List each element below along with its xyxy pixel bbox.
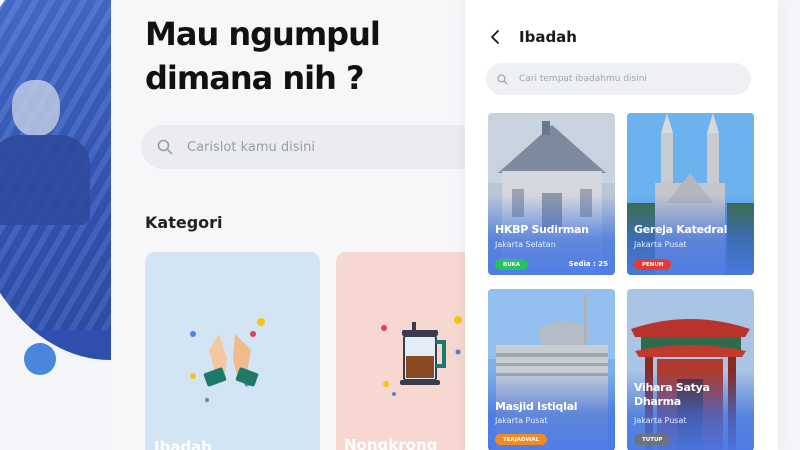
hero-person-head — [12, 80, 60, 136]
category-card-ibadah[interactable]: Ibadah — [145, 252, 320, 450]
hero-person-body — [0, 135, 90, 225]
place-search-input[interactable]: Cari tempat ibadahmu disini — [486, 63, 751, 95]
search-icon — [497, 73, 508, 85]
back-button[interactable] — [487, 28, 503, 46]
place-location: Jakarta Selatan — [495, 240, 556, 249]
place-name: Gereja Katedral — [634, 223, 728, 236]
headline-line-2: dimana nih ? — [145, 59, 365, 97]
status-badge: TERJADWAL — [495, 434, 548, 445]
home-search-placeholder: Carislot kamu disini — [187, 139, 315, 155]
place-location: Jakarta Pusat — [634, 416, 687, 425]
home-headline: Mau ngumpul dimana nih ? — [145, 12, 465, 100]
place-location: Jakarta Pusat — [634, 240, 687, 249]
coffee-press-icon — [381, 316, 462, 396]
headline-line-1: Mau ngumpul — [145, 15, 381, 53]
chevron-left-icon — [491, 30, 499, 44]
place-card-gereja-katedral[interactable]: Gereja Katedral Jakarta Pusat PENUH — [627, 113, 754, 275]
ibadah-title: Ibadah — [519, 28, 577, 46]
status-badge: TUTUP — [634, 434, 671, 445]
slots-available: Sedia : 25 — [568, 260, 608, 268]
category-label-nongkrong: Nongkrong — [344, 436, 438, 450]
ibadah-topbar: Ibadah — [487, 27, 737, 47]
place-name: HKBP Sudirman — [495, 223, 589, 236]
status-badge: BUKA — [495, 259, 529, 270]
category-label-ibadah: Ibadah — [154, 438, 212, 450]
place-card-masjid-istiqlal[interactable]: Masjid Istiqlal Jakarta Pusat TERJADWAL — [488, 289, 615, 450]
home-search-input[interactable]: Carislot kamu disini — [141, 125, 481, 169]
place-card-hkbp-sudirman[interactable]: HKBP Sudirman Jakarta Selatan BUKA Sedia… — [488, 113, 615, 275]
category-section-title: Kategori — [145, 213, 223, 232]
praying-hands-icon — [190, 318, 265, 402]
place-name: Masjid Istiqlal — [495, 400, 578, 413]
place-card-vihara-satya-dharma[interactable]: Vihara Satya Dharma Jakarta Pusat TUTUP — [627, 289, 754, 450]
place-search-placeholder: Cari tempat ibadahmu disini — [519, 74, 647, 84]
place-location: Jakarta Pusat — [495, 416, 548, 425]
accent-dot — [24, 343, 56, 375]
place-name: Vihara Satya Dharma — [634, 381, 710, 408]
search-icon — [157, 139, 173, 155]
status-badge: PENUH — [634, 259, 672, 270]
